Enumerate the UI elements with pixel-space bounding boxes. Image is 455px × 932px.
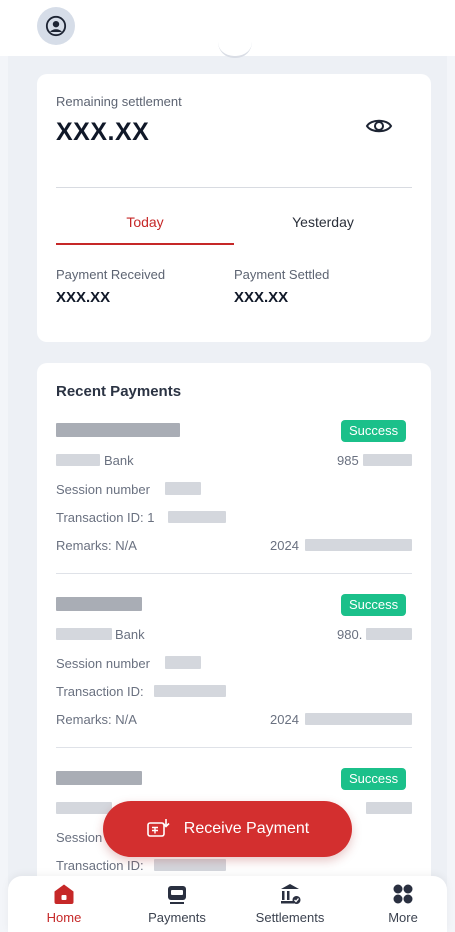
nav-label-home: Home [46, 910, 82, 925]
transaction-date: 2024 [270, 712, 299, 727]
transaction-id-label: Transaction ID: [56, 858, 144, 873]
list-item[interactable]: Success Bank 985 Session number Transact… [37, 420, 431, 594]
status-badge: Success [341, 594, 407, 616]
redacted-payer-name [56, 597, 142, 611]
session-number-label: Session number [56, 656, 150, 671]
remaining-settlement-label: Remaining settlement [56, 94, 182, 109]
redacted-transaction-id [168, 511, 226, 523]
redacted-account [366, 628, 412, 640]
account-number: 980. [337, 627, 363, 642]
profile-avatar[interactable] [37, 7, 75, 45]
item-divider [56, 747, 412, 748]
payment-settled-label: Payment Settled [234, 267, 330, 282]
transaction-id-label: Transaction ID: [56, 684, 144, 699]
redacted-transaction-id [154, 859, 226, 871]
nav-label-more: More [388, 910, 418, 925]
transaction-date: 2024 [270, 538, 299, 553]
payments-icon [168, 886, 186, 904]
payment-settled-value: XXX.XX [234, 289, 289, 306]
redacted-bank-name [56, 454, 100, 466]
redacted-session [165, 656, 201, 669]
tab-yesterday[interactable]: Yesterday [234, 214, 412, 230]
remaining-settlement-value: XXX.XX [56, 118, 150, 146]
transaction-id-label: Transaction ID: 1 [56, 510, 155, 525]
redacted-account [363, 454, 412, 466]
redacted-bank-name [56, 628, 112, 640]
status-badge: Success [341, 420, 407, 442]
user-circle-icon [45, 15, 67, 37]
remarks-label: Remarks: N/A [56, 712, 137, 727]
nav-label-settlements: Settlements [255, 910, 325, 925]
item-divider [56, 573, 412, 574]
receive-payment-icon [146, 819, 170, 837]
home-icon [54, 884, 74, 904]
redacted-transaction-id [154, 685, 226, 697]
nav-item-payments[interactable]: Payments [132, 882, 222, 925]
status-badge: Success [341, 768, 407, 790]
redacted-date [305, 539, 412, 551]
redacted-payer-name [56, 423, 180, 437]
redacted-date [305, 713, 412, 725]
bank-label: Bank [115, 627, 145, 642]
session-number-label: Session [56, 830, 103, 845]
list-item[interactable]: Success Bank 980. Session number Transac… [37, 594, 431, 768]
tab-active-indicator [56, 243, 234, 245]
redacted-bank-name [56, 802, 112, 814]
tab-today[interactable]: Today [56, 214, 234, 230]
card-divider [56, 187, 412, 188]
receive-payment-label: Receive Payment [183, 820, 310, 837]
session-number-label: Session number [56, 482, 150, 497]
account-number: 985 [337, 453, 359, 468]
nav-label-payments: Payments [148, 910, 206, 925]
redacted-payer-name [56, 771, 142, 785]
nav-item-settlements[interactable]: Settlements [245, 882, 335, 925]
bank-icon [281, 884, 301, 904]
payment-received-label: Payment Received [56, 267, 166, 282]
recent-payments-title: Recent Payments [56, 383, 182, 400]
remarks-label: Remarks: N/A [56, 538, 137, 553]
nav-item-more[interactable]: More [358, 882, 448, 925]
bank-label: Bank [104, 453, 134, 468]
receive-payment-button[interactable]: Receive Payment [103, 801, 352, 857]
settlement-summary-card: Remaining settlement XXX.XX Today Yester… [37, 74, 431, 342]
payment-received-value: XXX.XX [56, 289, 111, 306]
eye-icon[interactable] [365, 112, 393, 140]
nav-item-home[interactable]: Home [19, 882, 109, 925]
grid-icon [393, 884, 413, 904]
redacted-session [165, 482, 201, 495]
redacted-account [366, 802, 412, 814]
bottom-navigation: Home Payments Settlements More [8, 876, 447, 932]
